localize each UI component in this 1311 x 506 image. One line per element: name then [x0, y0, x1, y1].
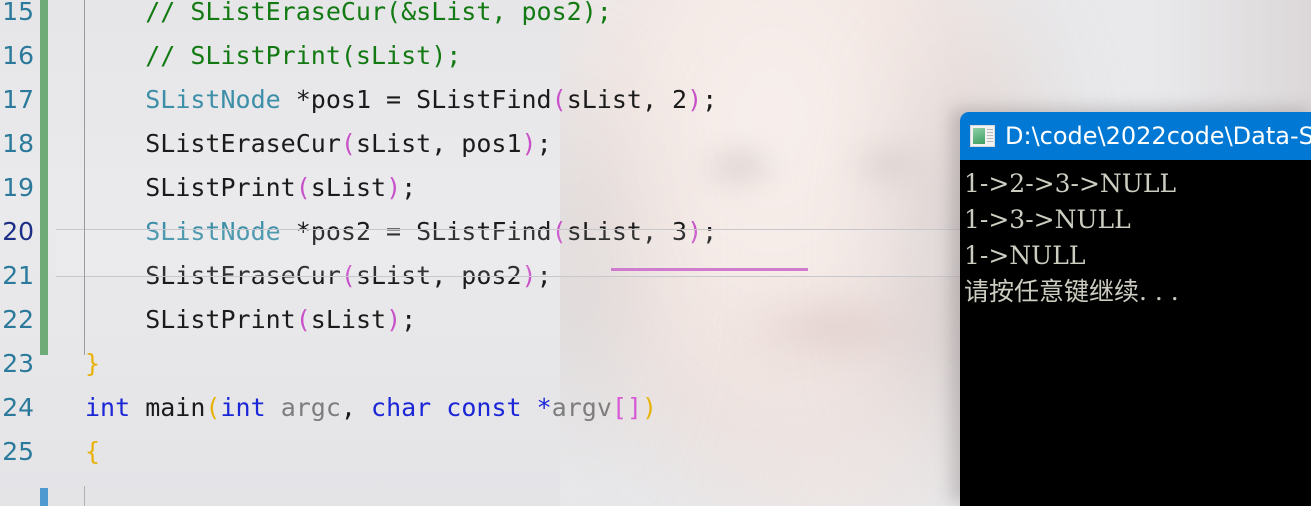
- line-number: 19: [2, 173, 34, 202]
- code-token: []: [611, 393, 642, 422]
- code-token: ;: [702, 85, 718, 114]
- code-token: SListPrint: [145, 305, 296, 334]
- code-text[interactable]: // SListEraseCur(&sList, pos2);: [85, 0, 612, 34]
- code-text[interactable]: // SListPrint(sList);: [85, 34, 461, 78]
- line-number: 17: [2, 85, 34, 114]
- code-token: // SListPrint(sList);: [145, 41, 462, 70]
- code-line[interactable]: 15 // SListEraseCur(&sList, pos2);: [0, 0, 1311, 34]
- code-token: *pos1 = SListFind: [280, 85, 552, 114]
- code-text[interactable]: {: [85, 430, 100, 474]
- console-output-line: 1->3->NULL: [964, 205, 1131, 234]
- code-token: ;: [401, 173, 417, 202]
- code-text[interactable]: SListPrint(sList);: [85, 166, 416, 210]
- code-token: (: [551, 85, 567, 114]
- code-token: SListPrint: [145, 173, 296, 202]
- code-token: (: [340, 129, 356, 158]
- code-token: SListNode: [145, 85, 281, 114]
- code-text[interactable]: SListPrint(sList);: [85, 298, 416, 342]
- code-token: (: [295, 173, 311, 202]
- code-token: int: [85, 393, 131, 422]
- code-token: ): [521, 129, 537, 158]
- line-number: 18: [2, 129, 34, 158]
- code-token: sList: [310, 305, 387, 334]
- code-token: sList: [310, 173, 387, 202]
- console-output-line: 1->NULL: [964, 241, 1086, 270]
- line-number: 16: [2, 41, 34, 70]
- code-token: argv: [551, 393, 612, 422]
- console-output-line: 1->2->3->NULL: [964, 169, 1177, 198]
- console-output[interactable]: 1->2->3->NULL 1->3->NULL 1->NULL 请按任意键继续. .…: [960, 160, 1311, 506]
- console-window[interactable]: D:\code\2022code\Data-S 1->2->3->NULL 1->…: [960, 112, 1311, 506]
- code-token: ,: [340, 393, 372, 422]
- code-token: ;: [536, 129, 552, 158]
- console-title: D:\code\2022code\Data-S: [1005, 122, 1311, 150]
- indent-guide-bottom: [84, 486, 85, 506]
- indent-guide: [84, 0, 85, 355]
- code-token: (: [205, 393, 221, 422]
- console-titlebar[interactable]: D:\code\2022code\Data-S: [960, 112, 1311, 160]
- change-bar-saved: [40, 488, 48, 506]
- line-number: 20: [2, 217, 34, 246]
- code-text[interactable]: SListEraseCur(sList, pos1);: [85, 122, 552, 166]
- code-token: argc: [280, 393, 341, 422]
- line-number: 23: [2, 349, 34, 378]
- code-token: int: [220, 393, 266, 422]
- code-token: main: [130, 393, 206, 422]
- screen: 15 // SListEraseCur(&sList, pos2); 16 // …: [0, 0, 1311, 506]
- line-number: 22: [2, 305, 34, 334]
- code-text[interactable]: }: [85, 342, 100, 386]
- line-number: 15: [2, 0, 34, 26]
- console-window-icon: [970, 125, 995, 147]
- code-text[interactable]: int main(int argc, char const *argv[]): [85, 386, 657, 430]
- code-token: {: [85, 437, 101, 466]
- code-token: ): [687, 85, 703, 114]
- code-token: sList, pos1: [355, 129, 522, 158]
- code-token: // SListEraseCur(&sList, pos2);: [145, 0, 612, 26]
- code-token: char const: [371, 393, 522, 422]
- line-number: 25: [2, 437, 34, 466]
- code-token: SListEraseCur: [145, 129, 341, 158]
- code-token: ): [386, 173, 402, 202]
- code-line[interactable]: 16 // SListPrint(sList);: [0, 34, 1311, 78]
- code-token: ): [386, 305, 402, 334]
- line-number: 24: [2, 393, 34, 422]
- code-token: *: [536, 393, 552, 422]
- line-number: 21: [2, 261, 34, 290]
- change-bar-modified: [40, 0, 48, 355]
- parameter-hint-underline: [611, 268, 808, 271]
- code-text[interactable]: SListNode *pos1 = SListFind(sList, 2);: [85, 78, 717, 122]
- console-output-line: 请按任意键继续. . .: [964, 277, 1179, 306]
- code-token: (: [295, 305, 311, 334]
- code-token: ;: [401, 305, 417, 334]
- code-token: sList, 2: [566, 85, 688, 114]
- code-token: }: [85, 349, 101, 378]
- code-token: ): [642, 393, 658, 422]
